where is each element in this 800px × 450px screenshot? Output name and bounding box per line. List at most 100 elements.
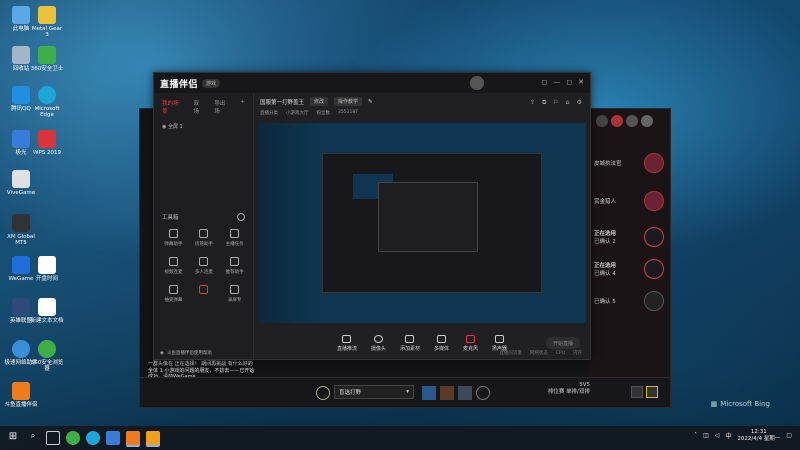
desktop-icon-xm[interactable]: XM Global MT5 [4,214,38,246]
tool-danmu[interactable]: 弹幕助手 [158,229,189,247]
taskbar-douyu-icon[interactable] [126,431,140,445]
desktop-icon-edge[interactable]: Microsoft Edge [30,86,64,118]
monitor-icon [342,335,352,343]
notification-icon[interactable]: ▢ [786,432,792,439]
window-option-icon[interactable]: ◻ [542,78,548,86]
avatar [644,191,664,211]
rune-buttons [422,386,490,400]
camera-icon [373,335,383,343]
avatar[interactable] [470,76,484,90]
tool-video-link[interactable]: 视频连麦 [158,257,189,275]
desktop-icon-vivegame[interactable]: ViveGame [4,170,38,196]
gift-icon[interactable]: ⚐ [553,99,558,107]
desktop-icon-open-time[interactable]: 开盘时间 [30,256,64,282]
bell-icon[interactable]: ⌂ [566,99,570,107]
share-icon[interactable]: ⇧ [530,99,535,107]
download-icon [199,257,209,266]
app-icon [12,298,30,316]
stream-preview[interactable] [258,123,586,323]
stream-info: 国服第一打野盖王 修改 操作教学 ✎ [260,97,373,106]
app-icon [12,214,30,232]
spell-icon[interactable] [440,386,454,400]
app-titlebar: 直播伴侣 游戏 ◻ — ◻ ✕ [154,73,590,93]
maximize-icon[interactable]: ◻ [566,78,572,86]
position-dropdown[interactable]: 盲选打野 ▾ [334,385,414,399]
task-view-icon[interactable] [46,431,60,445]
chat-icon[interactable] [631,386,643,398]
tool-record[interactable]: 录屏专 [219,285,250,303]
file-icon [38,298,56,316]
speaker-icon[interactable]: ◁ [715,432,720,439]
rune-icon[interactable] [422,386,436,400]
tool-more[interactable] [189,285,220,303]
browser-icon [38,340,56,358]
app-icon [12,382,30,400]
taskbar-app-icon[interactable] [106,431,120,445]
eye-icon[interactable]: ◉ [162,124,166,130]
microphone-icon [466,335,476,343]
champion-slot: 赏金猎人 [594,187,664,215]
edit-title-button[interactable]: 修改 [310,97,329,106]
start-button[interactable]: ⊞ [6,431,20,445]
taskbar-360-icon[interactable] [66,431,80,445]
add-tab-button[interactable]: + [240,99,245,115]
desktop-icon-metalgear[interactable]: Metal Gear 3 [30,6,64,38]
task-icon [230,229,240,238]
bing-watermark: ▦ Microsoft Bing [710,400,770,408]
tool-multi-link[interactable]: 多人连麦 [189,257,220,275]
game-bottom-bar: 盲选打野 ▾ 5V5 排位赛 单排/双排 [140,377,670,407]
status-footer: 直播间流量 网络状态 CPU 内存 [499,350,582,357]
panel-action-icons: ⇧ ⧉ ⚐ ⌂ ⚙ [530,99,582,107]
tool-recommend[interactable]: 推荐助手 [219,257,250,275]
chevron-up-icon[interactable]: ˄ [694,432,697,439]
settings-icon[interactable]: ⚙ [577,99,582,107]
system-tray: ˄ ◫ ◁ 中 12:31 2022/4/4 星期一 ▢ [694,429,792,442]
avatar [644,291,664,311]
scene-panel: 我的场景 双场 导出场 + ◉ 全屏 1 工具箱 弹幕助手 房管助手 主播任务 … [154,93,254,359]
edit-icon[interactable]: ✎ [368,99,373,105]
toolbox-settings-icon[interactable] [237,213,245,221]
tab-export[interactable]: 导出场 [214,99,230,115]
search-icon[interactable]: ⌕ [26,431,40,445]
help-link[interactable]: ◉ 斗鱼直播伴侣使用帮助 [154,347,254,359]
scene-item[interactable]: ◉ 全屏 1 [154,121,253,132]
desktop-icon-new-text[interactable]: 新建文本文档 [30,298,64,324]
copy-icon[interactable]: ⧉ [542,99,546,107]
app-icon [12,130,30,148]
avatar [626,115,638,127]
clock[interactable]: 12:31 2022/4/4 星期一 [737,429,780,442]
settings-icon[interactable] [476,386,490,400]
desktop-icon-douyu[interactable]: 斗鱼直播伴侣 [4,382,38,408]
close-icon[interactable]: ✕ [578,78,584,86]
taskbar-edge-icon[interactable] [86,431,100,445]
tool-room-admin[interactable]: 房管助手 [189,229,220,247]
tool-tasks[interactable]: 主播任务 [219,229,250,247]
mode-badge[interactable]: 游戏 [202,78,221,88]
category-selector[interactable]: 操作教学 [334,97,363,106]
minimize-icon[interactable]: — [553,78,560,86]
notification-icon[interactable] [646,386,658,398]
champion-slot: 正在选用 已确认 2 [594,223,664,251]
user-icon [199,229,209,238]
tool-lottery[interactable]: 抽奖弹幕 [158,285,189,303]
tab-my-scenes[interactable]: 我的场景 [162,99,184,115]
network-icon[interactable]: ◫ [703,432,709,439]
spell-icon[interactable] [458,386,472,400]
champion-slot: 皮城执法官 [594,149,664,177]
window-buttons: ◻ — ◻ ✕ [542,78,585,86]
taskbar: ⊞ ⌕ ˄ ◫ ◁ 中 12:31 2022/4/4 星期一 ▢ [0,426,800,450]
record-icon [230,285,240,294]
recycle-bin-icon [12,46,30,64]
desktop-icon-wps[interactable]: WPS 2019 [30,130,64,156]
champion-slot: 已确认 5 [594,287,664,315]
tab-double[interactable]: 双场 [194,99,205,115]
app-icon [12,256,30,274]
preview-nested-app [378,182,478,252]
desktop-icon-360[interactable]: 360安全卫士 [30,46,64,72]
input-language[interactable]: 中 [725,431,731,440]
desktop-icon-360-browser[interactable]: 360安全浏览器 [30,340,64,372]
shield-icon [38,46,56,64]
taskbar-douyu-icon[interactable] [146,431,160,445]
position-icon[interactable] [316,386,330,400]
file-icon [38,256,56,274]
